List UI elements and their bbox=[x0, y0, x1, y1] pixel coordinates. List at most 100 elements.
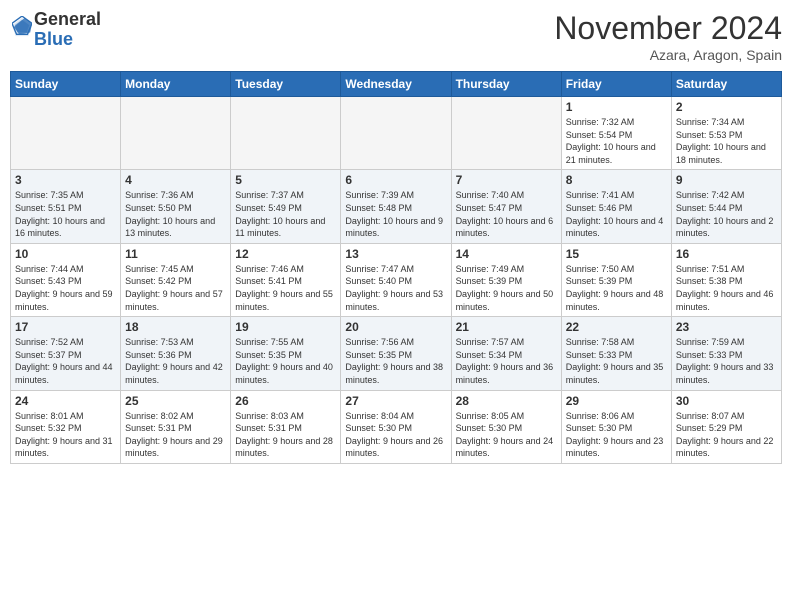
calendar-cell: 5 Sunrise: 7:37 AM Sunset: 5:49 PM Daylig… bbox=[231, 170, 341, 243]
calendar-week-3: 10 Sunrise: 7:44 AM Sunset: 5:43 PM Dayli… bbox=[11, 243, 782, 316]
page-header: General Blue November 2024 Azara, Aragon… bbox=[10, 10, 782, 63]
calendar-cell: 2 Sunrise: 7:34 AM Sunset: 5:53 PM Daylig… bbox=[671, 97, 781, 170]
month-title: November 2024 bbox=[554, 10, 782, 47]
day-info: Sunrise: 7:32 AM Sunset: 5:54 PM Dayligh… bbox=[566, 116, 667, 166]
calendar-week-1: 1 Sunrise: 7:32 AM Sunset: 5:54 PM Daylig… bbox=[11, 97, 782, 170]
day-info: Sunrise: 8:07 AM Sunset: 5:29 PM Dayligh… bbox=[676, 410, 777, 460]
day-number: 29 bbox=[566, 394, 667, 408]
day-number: 22 bbox=[566, 320, 667, 334]
calendar-week-4: 17 Sunrise: 7:52 AM Sunset: 5:37 PM Dayli… bbox=[11, 317, 782, 390]
calendar-cell: 13Sunrise: 7:47 AM Sunset: 5:40 PM Dayli… bbox=[341, 243, 451, 316]
day-number: 15 bbox=[566, 247, 667, 261]
day-number: 25 bbox=[125, 394, 226, 408]
calendar-cell: 12Sunrise: 7:46 AM Sunset: 5:41 PM Dayli… bbox=[231, 243, 341, 316]
calendar-cell: 19 Sunrise: 7:55 AM Sunset: 5:35 PM Dayli… bbox=[231, 317, 341, 390]
calendar-cell: 7 Sunrise: 7:40 AM Sunset: 5:47 PM Daylig… bbox=[451, 170, 561, 243]
day-info: Sunrise: 7:41 AM Sunset: 5:46 PM Dayligh… bbox=[566, 189, 667, 239]
location-subtitle: Azara, Aragon, Spain bbox=[554, 47, 782, 63]
calendar-cell: 15 Sunrise: 7:50 AM Sunset: 5:39 PM Dayli… bbox=[561, 243, 671, 316]
calendar-cell: 21 Sunrise: 7:57 AM Sunset: 5:34 PM Dayli… bbox=[451, 317, 561, 390]
day-number: 30 bbox=[676, 394, 777, 408]
calendar-cell: 6Sunrise: 7:39 AM Sunset: 5:48 PM Daylig… bbox=[341, 170, 451, 243]
day-number: 14 bbox=[456, 247, 557, 261]
header-monday: Monday bbox=[121, 72, 231, 97]
day-info: Sunrise: 8:03 AM Sunset: 5:31 PM Dayligh… bbox=[235, 410, 336, 460]
calendar-cell: 28 Sunrise: 8:05 AM Sunset: 5:30 PM Dayli… bbox=[451, 390, 561, 463]
day-info: Sunrise: 7:35 AM Sunset: 5:51 PM Dayligh… bbox=[15, 189, 116, 239]
calendar-week-2: 3 Sunrise: 7:35 AM Sunset: 5:51 PM Daylig… bbox=[11, 170, 782, 243]
calendar-cell: 30 Sunrise: 8:07 AM Sunset: 5:29 PM Dayli… bbox=[671, 390, 781, 463]
day-info: Sunrise: 7:53 AM Sunset: 5:36 PM Dayligh… bbox=[125, 336, 226, 386]
calendar-cell: 23Sunrise: 7:59 AM Sunset: 5:33 PM Dayli… bbox=[671, 317, 781, 390]
day-number: 19 bbox=[235, 320, 336, 334]
day-info: Sunrise: 7:51 AM Sunset: 5:38 PM Dayligh… bbox=[676, 263, 777, 313]
day-info: Sunrise: 8:02 AM Sunset: 5:31 PM Dayligh… bbox=[125, 410, 226, 460]
calendar-cell: 24Sunrise: 8:01 AM Sunset: 5:32 PM Dayli… bbox=[11, 390, 121, 463]
day-info: Sunrise: 7:46 AM Sunset: 5:41 PM Dayligh… bbox=[235, 263, 336, 313]
calendar-cell: 25 Sunrise: 8:02 AM Sunset: 5:31 PM Dayli… bbox=[121, 390, 231, 463]
calendar-cell: 27 Sunrise: 8:04 AM Sunset: 5:30 PM Dayli… bbox=[341, 390, 451, 463]
calendar-header-row: SundayMondayTuesdayWednesdayThursdayFrid… bbox=[11, 72, 782, 97]
calendar-cell: 16Sunrise: 7:51 AM Sunset: 5:38 PM Dayli… bbox=[671, 243, 781, 316]
day-info: Sunrise: 8:04 AM Sunset: 5:30 PM Dayligh… bbox=[345, 410, 446, 460]
day-info: Sunrise: 8:01 AM Sunset: 5:32 PM Dayligh… bbox=[15, 410, 116, 460]
calendar-cell: 1 Sunrise: 7:32 AM Sunset: 5:54 PM Daylig… bbox=[561, 97, 671, 170]
day-number: 11 bbox=[125, 247, 226, 261]
day-number: 8 bbox=[566, 173, 667, 187]
day-info: Sunrise: 7:52 AM Sunset: 5:37 PM Dayligh… bbox=[15, 336, 116, 386]
day-number: 7 bbox=[456, 173, 557, 187]
day-info: Sunrise: 7:42 AM Sunset: 5:44 PM Dayligh… bbox=[676, 189, 777, 239]
calendar-cell bbox=[121, 97, 231, 170]
calendar-cell bbox=[451, 97, 561, 170]
day-info: Sunrise: 7:37 AM Sunset: 5:49 PM Dayligh… bbox=[235, 189, 336, 239]
calendar-cell bbox=[11, 97, 121, 170]
header-tuesday: Tuesday bbox=[231, 72, 341, 97]
calendar-week-5: 24Sunrise: 8:01 AM Sunset: 5:32 PM Dayli… bbox=[11, 390, 782, 463]
day-info: Sunrise: 7:55 AM Sunset: 5:35 PM Dayligh… bbox=[235, 336, 336, 386]
logo-icon bbox=[12, 16, 32, 38]
calendar-cell: 22Sunrise: 7:58 AM Sunset: 5:33 PM Dayli… bbox=[561, 317, 671, 390]
calendar-cell bbox=[341, 97, 451, 170]
calendar-cell: 18Sunrise: 7:53 AM Sunset: 5:36 PM Dayli… bbox=[121, 317, 231, 390]
day-number: 1 bbox=[566, 100, 667, 114]
calendar-cell: 10 Sunrise: 7:44 AM Sunset: 5:43 PM Dayli… bbox=[11, 243, 121, 316]
day-info: Sunrise: 7:34 AM Sunset: 5:53 PM Dayligh… bbox=[676, 116, 777, 166]
day-info: Sunrise: 8:05 AM Sunset: 5:30 PM Dayligh… bbox=[456, 410, 557, 460]
logo-general-text: General bbox=[34, 9, 101, 29]
calendar-cell: 14Sunrise: 7:49 AM Sunset: 5:39 PM Dayli… bbox=[451, 243, 561, 316]
header-thursday: Thursday bbox=[451, 72, 561, 97]
day-number: 21 bbox=[456, 320, 557, 334]
day-number: 3 bbox=[15, 173, 116, 187]
header-friday: Friday bbox=[561, 72, 671, 97]
day-info: Sunrise: 7:44 AM Sunset: 5:43 PM Dayligh… bbox=[15, 263, 116, 313]
day-info: Sunrise: 7:40 AM Sunset: 5:47 PM Dayligh… bbox=[456, 189, 557, 239]
day-number: 26 bbox=[235, 394, 336, 408]
day-info: Sunrise: 8:06 AM Sunset: 5:30 PM Dayligh… bbox=[566, 410, 667, 460]
day-number: 4 bbox=[125, 173, 226, 187]
logo-blue-text: Blue bbox=[34, 29, 73, 49]
calendar-cell: 26 Sunrise: 8:03 AM Sunset: 5:31 PM Dayli… bbox=[231, 390, 341, 463]
calendar-cell: 8 Sunrise: 7:41 AM Sunset: 5:46 PM Daylig… bbox=[561, 170, 671, 243]
day-number: 13 bbox=[345, 247, 446, 261]
header-saturday: Saturday bbox=[671, 72, 781, 97]
title-block: November 2024 Azara, Aragon, Spain bbox=[554, 10, 782, 63]
day-number: 27 bbox=[345, 394, 446, 408]
calendar-cell: 11Sunrise: 7:45 AM Sunset: 5:42 PM Dayli… bbox=[121, 243, 231, 316]
day-info: Sunrise: 7:36 AM Sunset: 5:50 PM Dayligh… bbox=[125, 189, 226, 239]
day-number: 23 bbox=[676, 320, 777, 334]
calendar-cell: 20Sunrise: 7:56 AM Sunset: 5:35 PM Dayli… bbox=[341, 317, 451, 390]
day-number: 2 bbox=[676, 100, 777, 114]
header-sunday: Sunday bbox=[11, 72, 121, 97]
calendar-cell: 3 Sunrise: 7:35 AM Sunset: 5:51 PM Daylig… bbox=[11, 170, 121, 243]
day-info: Sunrise: 7:50 AM Sunset: 5:39 PM Dayligh… bbox=[566, 263, 667, 313]
day-number: 10 bbox=[15, 247, 116, 261]
day-number: 9 bbox=[676, 173, 777, 187]
calendar-cell: 17 Sunrise: 7:52 AM Sunset: 5:37 PM Dayli… bbox=[11, 317, 121, 390]
day-number: 5 bbox=[235, 173, 336, 187]
day-number: 17 bbox=[15, 320, 116, 334]
day-info: Sunrise: 7:57 AM Sunset: 5:34 PM Dayligh… bbox=[456, 336, 557, 386]
calendar-cell: 9 Sunrise: 7:42 AM Sunset: 5:44 PM Daylig… bbox=[671, 170, 781, 243]
day-info: Sunrise: 7:39 AM Sunset: 5:48 PM Dayligh… bbox=[345, 189, 446, 239]
day-number: 28 bbox=[456, 394, 557, 408]
header-wednesday: Wednesday bbox=[341, 72, 451, 97]
